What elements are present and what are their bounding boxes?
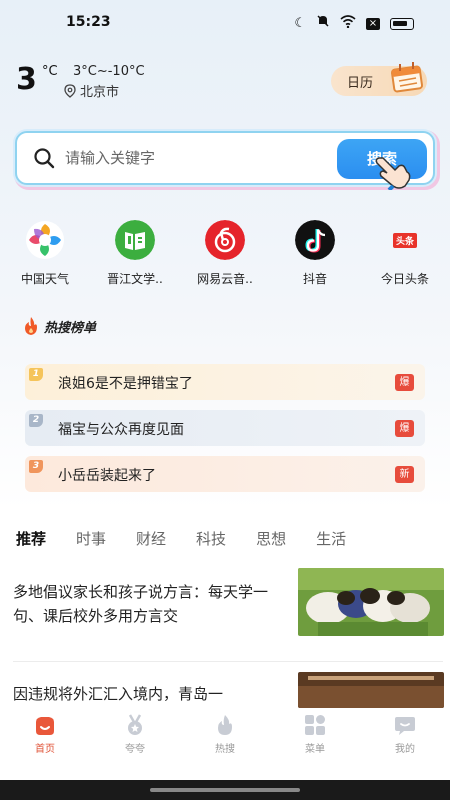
hot-search-text: 福宝与公众再度见面 — [58, 422, 184, 438]
jinjiang-literature-icon — [115, 220, 155, 260]
nav-label: 热搜 — [215, 744, 235, 755]
chat-bubble-icon — [395, 717, 415, 735]
fire-icon — [25, 317, 37, 335]
app-label: 抖音 — [302, 272, 327, 286]
nav-mine[interactable]: 我的 — [375, 714, 435, 755]
rank-tag: 1 — [29, 368, 43, 381]
calendar-icon — [390, 62, 424, 93]
nav-hot-search[interactable]: 热搜 — [195, 714, 255, 755]
rank-tag: 3 — [29, 460, 43, 473]
app-label: 网易云音.. — [197, 272, 253, 286]
app-label: 今日头条 — [380, 272, 429, 286]
status-time: 15:23 — [66, 14, 111, 30]
nav-label: 夸夸 — [125, 744, 145, 755]
nav-label: 首页 — [35, 744, 55, 755]
wifi-icon — [340, 14, 356, 33]
app-douyin[interactable]: 抖音 — [275, 220, 355, 287]
flame-icon — [218, 715, 232, 735]
system-nav-bar — [0, 780, 450, 800]
toutiao-icon: 头条 — [385, 220, 425, 260]
news-item[interactable]: 多地倡议家长和孩子说方言：每天学一句、课后校外多用方言交 — [0, 568, 450, 640]
tab-current-affairs[interactable]: 时事 — [76, 528, 106, 549]
news-title: 因违规将外汇汇入境内，青岛一 — [13, 685, 224, 703]
temperature-unit: °C — [42, 64, 58, 79]
city-name: 北京市 — [80, 85, 120, 100]
search-icon — [34, 148, 55, 169]
bottom-nav: 首页 夸夸 热搜 菜单 我的 — [0, 708, 450, 778]
hot-search-text: 浪姐6是不是押错宝了 — [58, 376, 193, 392]
status-bar: 15:23 ☾ × — [0, 0, 450, 44]
status-icons: ☾ × — [294, 14, 414, 33]
hot-search-item-2[interactable]: 2 福宝与公众再度见面 爆 — [25, 410, 425, 446]
rank-tag: 2 — [29, 414, 43, 427]
grid-menu-icon — [305, 715, 325, 735]
medal-icon — [128, 714, 142, 735]
news-thumbnail — [298, 568, 444, 636]
search-input[interactable] — [65, 145, 335, 171]
nav-label: 我的 — [395, 744, 415, 755]
new-badge: 新 — [395, 466, 414, 483]
news-item[interactable]: 因违规将外汇汇入境内，青岛一 — [0, 672, 450, 712]
app-jinjiang-literature[interactable]: 晋江文学.. — [95, 220, 175, 287]
douyin-icon — [295, 220, 335, 260]
location: 北京市 — [64, 81, 119, 100]
close-box-icon: × — [366, 17, 380, 30]
tab-recommend[interactable]: 推荐 — [16, 528, 46, 549]
hot-badge: 爆 — [395, 374, 414, 391]
hot-search-item-3[interactable]: 3 小岳岳装起来了 新 — [25, 456, 425, 492]
moon-icon: ☾ — [294, 15, 306, 31]
pointing-hand-icon — [375, 157, 411, 190]
hot-search-header: 热搜榜单 — [22, 316, 96, 336]
nav-label: 菜单 — [305, 744, 325, 755]
app-label: 中国天气 — [20, 272, 69, 286]
app-netease-music[interactable]: 网易云音.. — [185, 220, 265, 287]
mute-bell-icon — [316, 14, 330, 33]
home-indicator[interactable] — [150, 788, 300, 792]
category-tabs: 推荐 时事 财经 科技 思想 生活 — [16, 528, 376, 549]
home-icon — [36, 717, 54, 735]
tab-tech[interactable]: 科技 — [196, 528, 226, 549]
hot-search-item-1[interactable]: 1 浪姐6是不是押错宝了 爆 — [25, 364, 425, 400]
calendar-button[interactable]: 日历 — [331, 62, 427, 96]
search-bar: 搜索 — [15, 131, 435, 185]
nav-home[interactable]: 首页 — [15, 714, 75, 755]
news-thumbnail — [298, 672, 444, 708]
china-weather-icon — [26, 221, 64, 259]
toutiao-icon-text: 头条 — [392, 232, 417, 248]
temperature-range: 3°C~-10°C — [73, 64, 145, 79]
app-toutiao[interactable]: 头条 今日头条 — [365, 220, 445, 287]
netease-music-icon — [205, 220, 245, 260]
calendar-label: 日历 — [347, 76, 374, 91]
nav-menu[interactable]: 菜单 — [285, 714, 345, 755]
location-pin-icon — [64, 83, 76, 98]
tab-thought[interactable]: 思想 — [256, 528, 286, 549]
divider — [13, 661, 443, 662]
app-label: 晋江文学.. — [107, 272, 163, 286]
tab-finance[interactable]: 财经 — [136, 528, 166, 549]
nav-praise[interactable]: 夸夸 — [105, 714, 165, 755]
hot-badge: 爆 — [395, 420, 414, 437]
temperature: 3 — [16, 62, 37, 97]
hot-search-text: 小岳岳装起来了 — [58, 468, 156, 484]
news-title: 多地倡议家长和孩子说方言：每天学一句、课后校外多用方言交 — [13, 583, 269, 625]
hot-search-title: 热搜榜单 — [44, 320, 97, 336]
app-china-weather[interactable]: 中国天气 — [5, 220, 85, 287]
tab-life[interactable]: 生活 — [316, 528, 346, 549]
battery-icon — [390, 17, 414, 30]
